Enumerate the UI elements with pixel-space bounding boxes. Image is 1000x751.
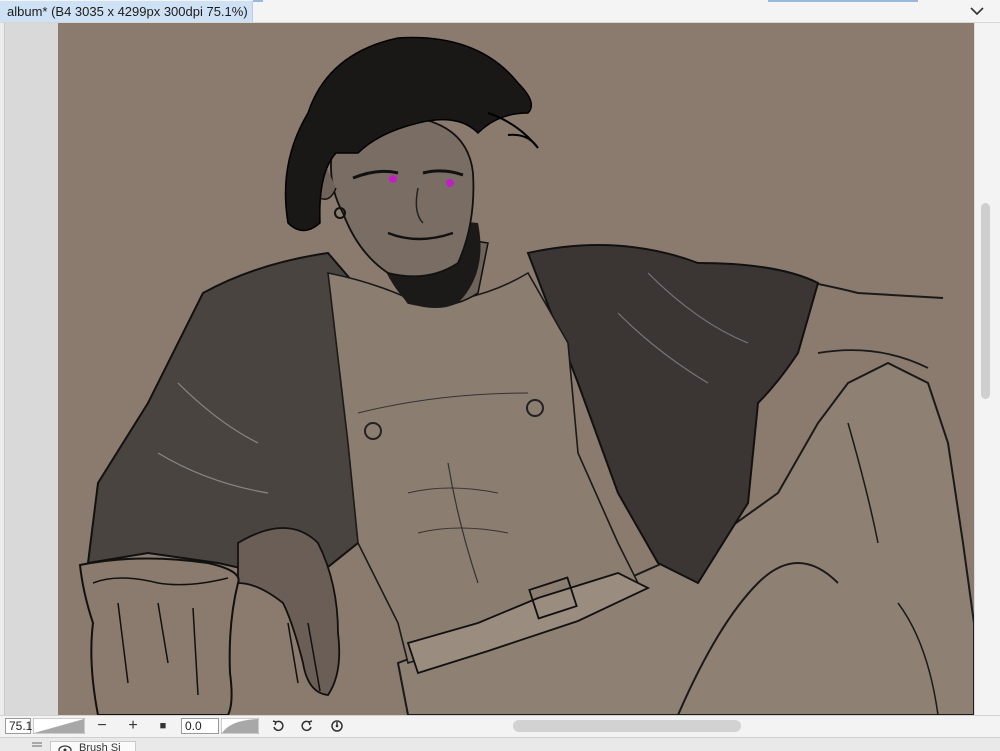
panel-grip-icon[interactable] (32, 742, 42, 748)
horizontal-scrollbar-thumb[interactable] (513, 720, 741, 732)
drawing-canvas[interactable] (58, 23, 974, 715)
vertical-scrollbar-thumb[interactable] (981, 203, 990, 399)
rotation-input[interactable]: 0.0 (181, 718, 219, 734)
zoom-out-button[interactable]: − (92, 717, 112, 735)
tab-bar-accent (768, 0, 918, 2)
document-tab-title: album* (B4 3035 x 4299px 300dpi 75.1%) (7, 4, 248, 19)
rotate-left-icon[interactable] (268, 717, 288, 735)
rotate-right-icon[interactable] (297, 717, 317, 735)
brush-size-panel-label: Brush Si (79, 742, 121, 751)
vertical-scrollbar[interactable] (974, 23, 1000, 715)
docker-panel-strip: Brush Si (0, 737, 1000, 751)
fit-to-window-button[interactable]: ■ (153, 717, 173, 735)
zoom-slider[interactable] (33, 718, 85, 734)
tab-bar-accent (253, 0, 263, 2)
chevron-down-icon[interactable] (968, 2, 986, 20)
brush-size-icon (58, 745, 72, 751)
canvas-status-bar: 75.1 − + ■ 0.0 (0, 715, 1000, 737)
canvas-workspace[interactable] (0, 23, 974, 715)
brush-size-panel-tab[interactable]: Brush Si (50, 741, 136, 751)
document-tab-bar: album* (B4 3035 x 4299px 300dpi 75.1%) (0, 0, 1000, 23)
artwork-illustration (58, 23, 974, 715)
rotation-slider[interactable] (221, 718, 259, 734)
document-tab-album[interactable]: album* (B4 3035 x 4299px 300dpi 75.1%) (0, 1, 253, 22)
reset-rotation-icon[interactable] (327, 717, 347, 735)
zoom-in-button[interactable]: + (123, 717, 143, 735)
zoom-input[interactable]: 75.1 (5, 718, 32, 734)
left-panel-edge (0, 23, 5, 715)
